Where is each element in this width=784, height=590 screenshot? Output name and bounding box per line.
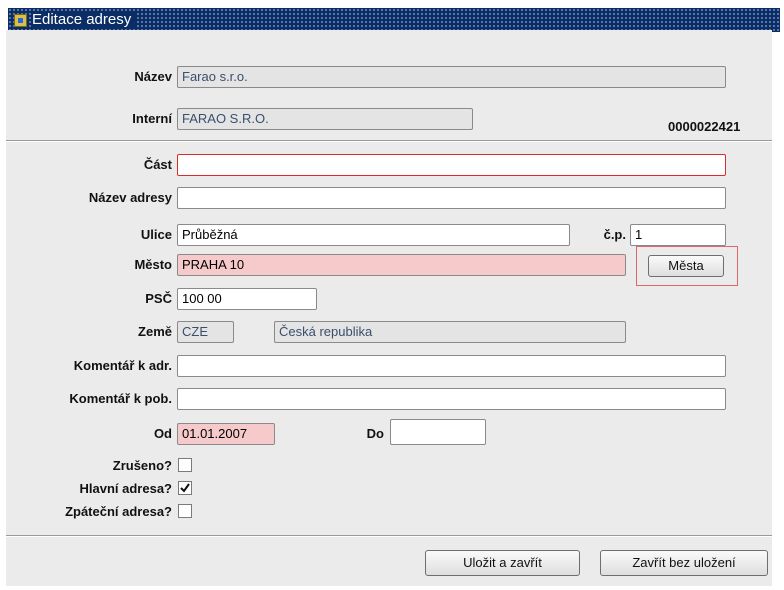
close-without-saving-button[interactable]: Zavřít bez uložení bbox=[600, 550, 768, 576]
address-edit-window: Editace adresy Název Farao s.r.o. Intern… bbox=[0, 0, 784, 590]
checkmark-icon bbox=[180, 483, 190, 493]
to-date-label: Do bbox=[366, 426, 384, 441]
return-address-label: Zpáteční adresa? bbox=[65, 504, 172, 519]
title-bar[interactable]: Editace adresy bbox=[8, 8, 780, 32]
bottom-separator-highlight bbox=[6, 536, 772, 537]
return-address-checkbox[interactable] bbox=[178, 504, 192, 518]
partner-code: 0000022421 bbox=[668, 119, 741, 134]
branch-comment-label: Komentář k pob. bbox=[69, 391, 172, 406]
address-name-field[interactable] bbox=[177, 187, 726, 209]
part-label: Část bbox=[143, 157, 172, 172]
to-date-field[interactable] bbox=[390, 419, 486, 445]
house-number-field[interactable]: 1 bbox=[630, 224, 726, 246]
zip-label: PSČ bbox=[145, 291, 172, 306]
main-address-checkbox[interactable] bbox=[178, 481, 192, 495]
address-comment-field[interactable] bbox=[177, 355, 726, 377]
address-name-label: Název adresy bbox=[88, 190, 172, 205]
save-and-close-button[interactable]: Uložit a zavřít bbox=[425, 550, 580, 576]
street-label: Ulice bbox=[140, 227, 172, 242]
street-field[interactable]: Průběžná bbox=[177, 224, 570, 246]
city-label: Město bbox=[134, 257, 172, 272]
branch-comment-field[interactable] bbox=[177, 388, 726, 410]
from-date-label: Od bbox=[153, 426, 172, 441]
country-label: Země bbox=[138, 324, 172, 339]
zip-field[interactable]: 100 00 bbox=[177, 288, 317, 310]
name-field[interactable]: Farao s.r.o. bbox=[177, 66, 726, 88]
separator-highlight bbox=[6, 141, 772, 142]
cities-button[interactable]: Města bbox=[648, 255, 724, 277]
name-label: Název bbox=[134, 69, 172, 84]
internal-label: Interní bbox=[132, 111, 172, 126]
house-number-label: č.p. bbox=[603, 227, 626, 242]
internal-field[interactable]: FARAO S.R.O. bbox=[177, 108, 473, 130]
app-icon bbox=[14, 14, 27, 27]
cancelled-checkbox[interactable] bbox=[178, 458, 192, 472]
country-code-field[interactable]: CZE bbox=[177, 321, 234, 343]
from-date-field[interactable]: 01.01.2007 bbox=[177, 423, 275, 445]
address-comment-label: Komentář k adr. bbox=[73, 358, 172, 373]
main-address-label: Hlavní adresa? bbox=[79, 481, 173, 496]
part-field[interactable] bbox=[177, 154, 726, 176]
cancelled-label: Zrušeno? bbox=[112, 458, 172, 473]
country-name-field: Česká republika bbox=[274, 321, 626, 343]
window-title: Editace adresy bbox=[32, 11, 138, 29]
city-field[interactable]: PRAHA 10 bbox=[177, 254, 626, 276]
